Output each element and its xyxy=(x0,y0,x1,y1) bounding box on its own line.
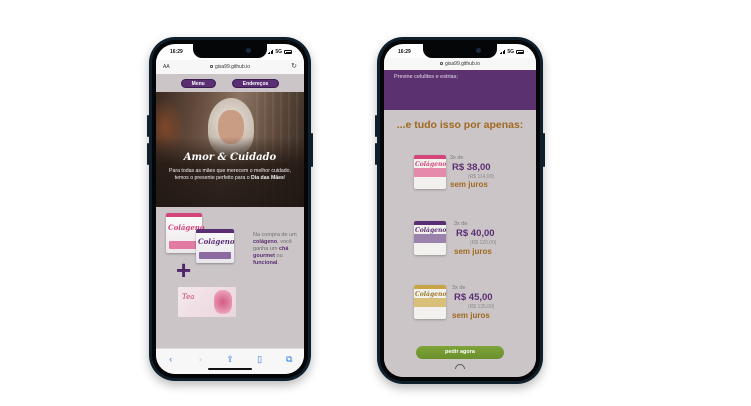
camera-icon xyxy=(246,48,251,53)
promo-text: Na compra de um colágeno, você ganha um … xyxy=(253,232,297,266)
lock-icon xyxy=(209,65,213,69)
product-image: Colágeno xyxy=(414,285,446,319)
offer-interest: sem juros xyxy=(452,311,490,320)
benefit-text: Previne celulites e estrias; xyxy=(394,74,458,80)
signal-icon xyxy=(267,50,274,54)
installments-label: 3x de xyxy=(454,221,468,227)
power-button xyxy=(543,133,545,167)
product-image-tea: Tea xyxy=(178,287,236,317)
hero-title: Amor & Cuidado xyxy=(183,152,277,163)
status-time: 16:29 xyxy=(170,49,183,55)
hero-text: Para todas as mães que merecem o melhor … xyxy=(169,168,291,181)
battery-icon xyxy=(284,50,292,54)
url-field[interactable]: gisa99.github.io xyxy=(384,61,536,67)
offer-item: Colágeno 3x de R$ 38,00 (R$ 114,00) sem … xyxy=(384,155,536,213)
product-image: Colágeno xyxy=(414,155,446,189)
notch xyxy=(423,44,497,58)
address-bar[interactable]: AA gisa99.github.io ↻ xyxy=(156,60,304,74)
offer-total: (R$ 135,00) xyxy=(468,304,495,310)
volume-button xyxy=(147,115,149,137)
offer-total: (R$ 120,00) xyxy=(470,240,497,246)
tea-label: Tea xyxy=(182,293,195,301)
lock-icon xyxy=(439,62,443,66)
bookmarks-icon[interactable]: ▯ xyxy=(253,354,267,364)
status-time: 16:29 xyxy=(398,49,411,55)
url-field[interactable]: gisa99.github.io xyxy=(156,64,304,70)
network-label: 5G xyxy=(275,49,282,55)
offer-interest: sem juros xyxy=(450,180,488,189)
safari-toolbar: ‹ › ⇪ ▯ ⧉ xyxy=(156,348,304,374)
notch xyxy=(193,44,267,58)
right-page: Previne celulites e estrias; ...e tudo i… xyxy=(384,70,536,377)
menu-button[interactable]: Menu xyxy=(180,79,216,88)
right-screen: 16:29 5G gisa99.github.io Previne celuli… xyxy=(384,44,536,377)
offer-price: R$ 40,00 xyxy=(456,228,495,239)
offer-item: Colágeno 3x de R$ 45,00 (R$ 135,00) sem … xyxy=(384,285,536,343)
left-page: Menu Endereços Amor & Cuidado Para todas… xyxy=(156,74,304,348)
camera-icon xyxy=(476,48,481,53)
benefits-band: Previne celulites e estrias; xyxy=(384,70,536,110)
installments-label: 3x de xyxy=(450,155,464,161)
installments-label: 3x de xyxy=(452,285,466,291)
volume-button xyxy=(375,143,377,165)
offer-price: R$ 45,00 xyxy=(454,292,493,303)
order-now-button[interactable]: pedir agora xyxy=(416,346,504,359)
product-image: Colágeno xyxy=(414,221,446,255)
footer-icon xyxy=(455,364,465,369)
offer-interest: sem juros xyxy=(454,247,492,256)
offer-item: Colágeno 3x de R$ 40,00 (R$ 120,00) sem … xyxy=(384,221,536,279)
offer-price: R$ 38,00 xyxy=(452,162,491,173)
back-icon[interactable]: ‹ xyxy=(164,354,178,364)
status-right: 5G xyxy=(499,49,524,55)
forward-icon[interactable]: › xyxy=(193,354,207,364)
network-label: 5G xyxy=(507,49,514,55)
home-indicator xyxy=(208,368,252,370)
volume-button xyxy=(147,143,149,165)
hero-banner: Amor & Cuidado Para todas as mães que me… xyxy=(156,92,304,207)
tabs-icon[interactable]: ⧉ xyxy=(282,354,296,364)
left-screen: 16:29 5G AA gisa99.github.io ↻ Menu Ende… xyxy=(156,44,304,374)
share-icon[interactable]: ⇪ xyxy=(223,354,237,364)
volume-button xyxy=(375,115,377,137)
hero-text-bold: Dia das Mães xyxy=(251,175,284,181)
product-image-collagen-purple: Colágeno xyxy=(196,229,235,263)
signal-icon xyxy=(499,50,506,54)
plus-icon: + xyxy=(176,255,192,285)
reload-icon[interactable]: ↻ xyxy=(291,62,297,70)
battery-icon xyxy=(516,50,524,54)
stage: 16:29 5G AA gisa99.github.io ↻ Menu Ende… xyxy=(0,0,751,406)
url-text: gisa99.github.io xyxy=(214,64,251,70)
offer-headline: ...e tudo isso por apenas: xyxy=(396,119,524,131)
promo-section: Colágeno Colágeno + Tea Na compra de um … xyxy=(156,209,304,348)
right-phone: 16:29 5G gisa99.github.io Previne celuli… xyxy=(375,37,545,384)
power-button xyxy=(311,133,313,167)
left-phone: 16:29 5G AA gisa99.github.io ↻ Menu Ende… xyxy=(147,37,313,381)
status-right: 5G xyxy=(267,49,292,55)
address-button[interactable]: Endereços xyxy=(231,79,280,88)
url-text: gisa99.github.io xyxy=(444,61,481,67)
nav-row: Menu Endereços xyxy=(156,79,304,89)
